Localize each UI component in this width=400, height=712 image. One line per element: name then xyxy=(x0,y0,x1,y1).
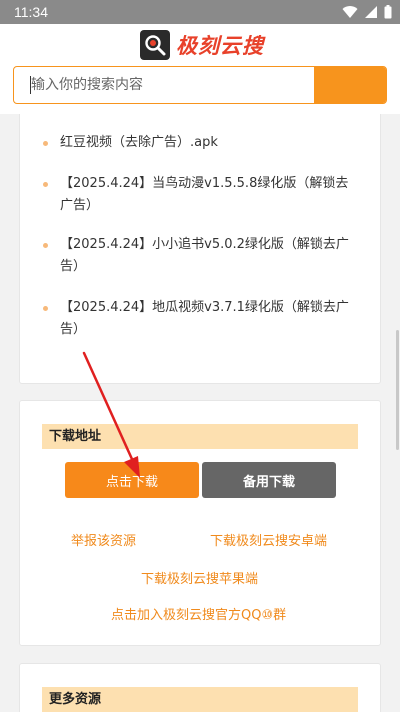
backup-download-button[interactable]: 备用下载 xyxy=(202,462,336,498)
ios-download-link[interactable]: 下载极刻云搜苹果端 xyxy=(141,568,258,587)
list-bullet xyxy=(43,306,48,311)
status-icons xyxy=(342,3,392,21)
header: 极刻云搜 xyxy=(0,24,400,114)
list-item-label: 【2025.4.24】小小追书v5.0.2绿化版（解锁去广告） xyxy=(60,237,349,274)
qq-group-link[interactable]: 点击加入极刻云搜官方QQ⑩群 xyxy=(111,604,286,623)
search-button[interactable] xyxy=(314,67,386,103)
battery-icon xyxy=(384,5,392,19)
list-bullet xyxy=(43,243,48,248)
report-resource-link[interactable]: 举报该资源 xyxy=(71,530,136,549)
scrollbar[interactable] xyxy=(396,330,399,450)
signal-icon xyxy=(365,6,377,18)
resource-list-card: 红豆视频（去除广告）.apk 【2025.4.24】当鸟动漫v1.5.5.8绿化… xyxy=(19,114,381,384)
status-time: 11:34 xyxy=(14,4,48,20)
download-card: 下载地址 点击下载 备用下载 举报该资源 下载极刻云搜安卓端 下载极刻云搜苹果端… xyxy=(19,400,381,646)
logo-magnifier-icon xyxy=(140,30,170,60)
search-box xyxy=(13,66,387,104)
list-item-label: 【2025.4.24】地瓜视频v3.7.1绿化版（解锁去广告） xyxy=(60,300,349,337)
text-cursor xyxy=(30,76,31,94)
logo-text: 极刻云搜 xyxy=(176,34,264,58)
android-download-link[interactable]: 下载极刻云搜安卓端 xyxy=(210,530,327,549)
status-bar: 11:34 xyxy=(0,0,400,24)
list-item-label: 红豆视频（去除广告）.apk xyxy=(60,135,218,150)
list-bullet xyxy=(43,141,48,146)
list-item-label: 【2025.4.24】当鸟动漫v1.5.5.8绿化版（解锁去广告） xyxy=(60,176,349,213)
download-section-title: 下载地址 xyxy=(42,424,358,449)
wifi-icon xyxy=(342,6,358,19)
more-resources-title: 更多资源 xyxy=(42,687,358,712)
more-resources-card: 更多资源 xyxy=(19,663,381,712)
search-input[interactable] xyxy=(14,67,316,103)
logo[interactable]: 极刻云搜 xyxy=(140,30,264,60)
list-bullet xyxy=(43,182,48,187)
download-button[interactable]: 点击下载 xyxy=(65,462,199,498)
